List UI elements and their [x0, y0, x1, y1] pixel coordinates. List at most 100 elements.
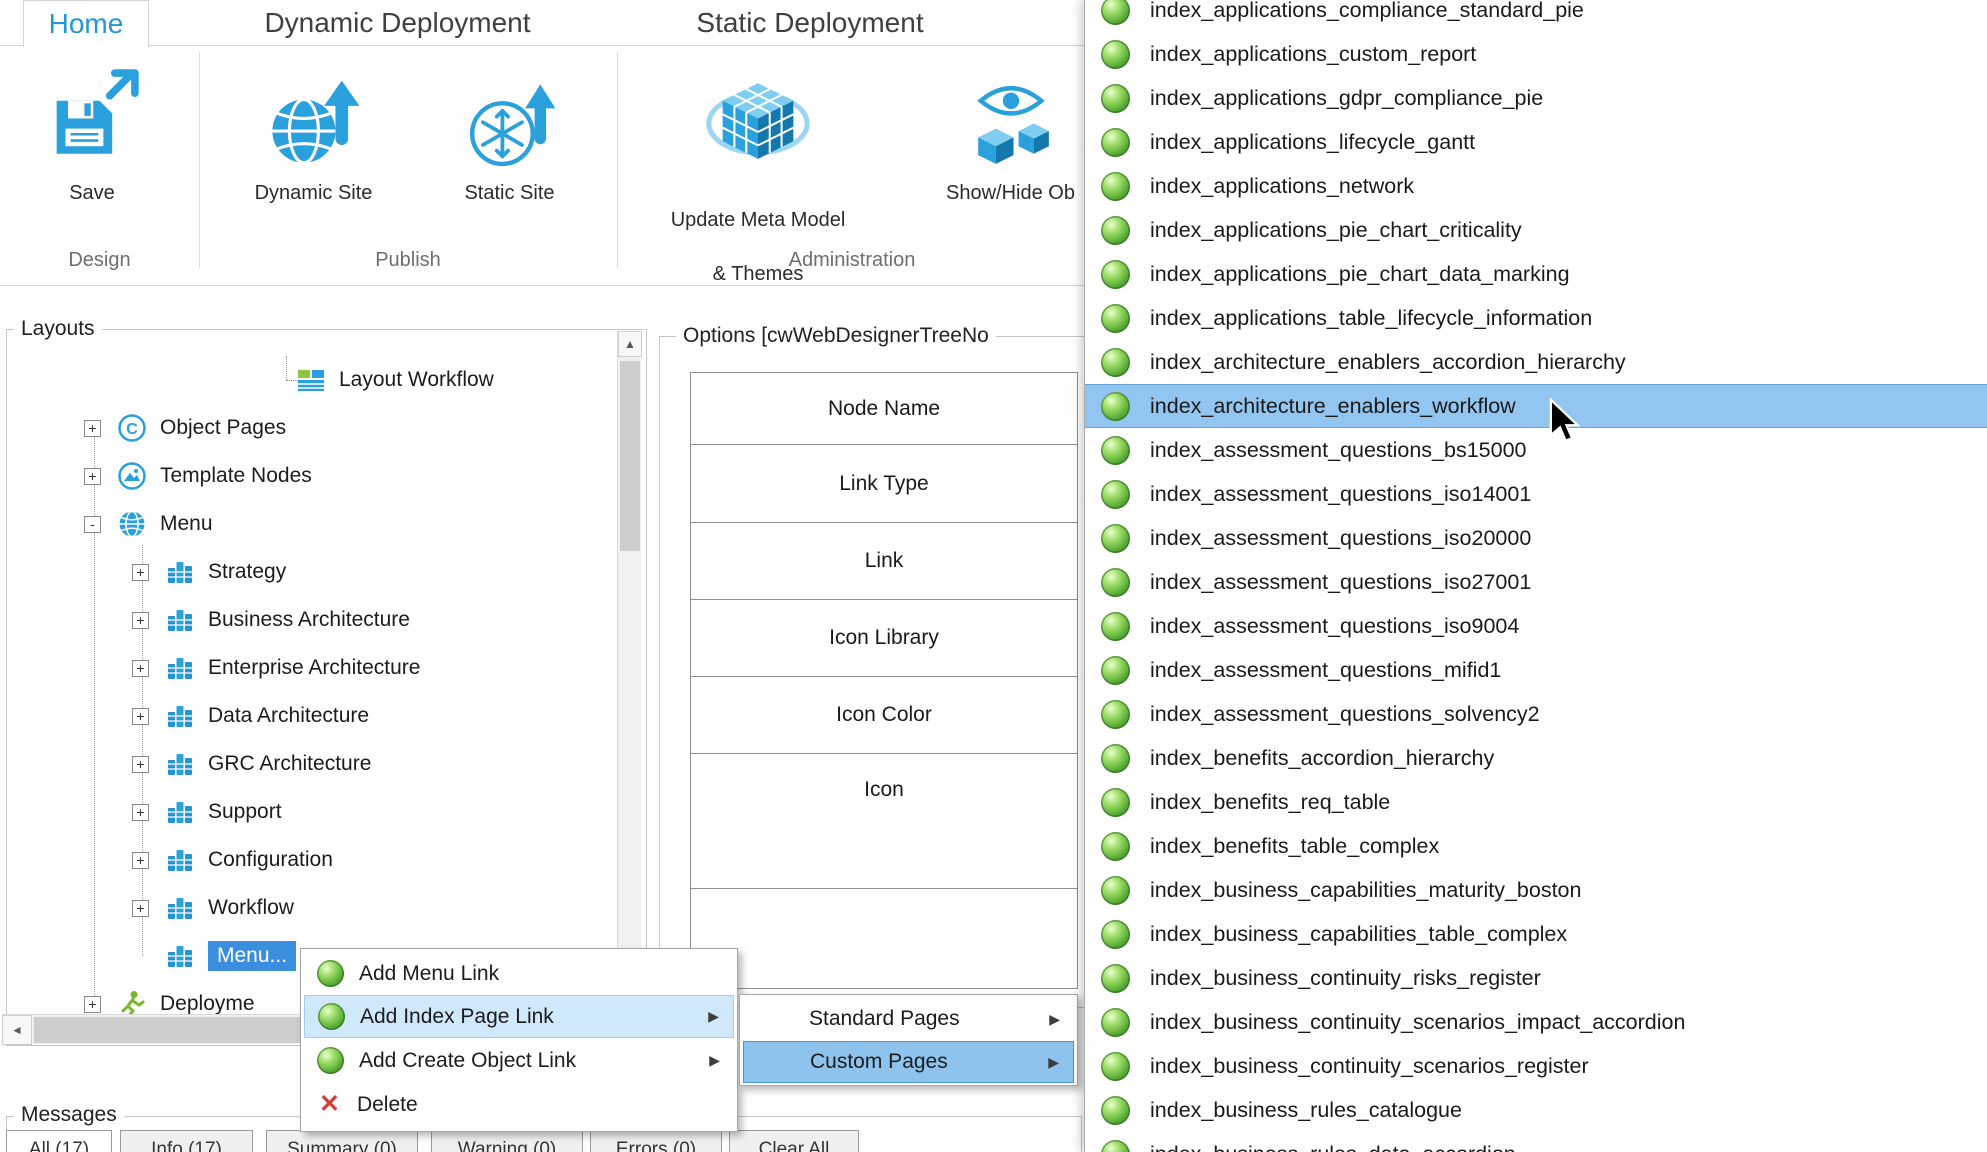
messages-panel-title: Messages	[14, 1103, 124, 1127]
tree-item-support[interactable]: + Support	[132, 788, 282, 836]
messages-tab-summary[interactable]: Summary (0)	[266, 1130, 418, 1152]
scrollbar-thumb[interactable]	[34, 1017, 304, 1043]
page-list-item[interactable]: index_benefits_table_complex	[1085, 824, 1987, 868]
tree-item-menu[interactable]: - Menu	[84, 500, 213, 548]
save-button[interactable]: Save	[40, 68, 144, 207]
menu-item-label: Add Menu Link	[359, 962, 499, 986]
page-list-item[interactable]: index_assessment_questions_iso9004	[1085, 604, 1987, 648]
messages-tab-warning[interactable]: Warning (0)	[431, 1130, 583, 1152]
tree-item-workflow[interactable]: + Workflow	[132, 884, 294, 932]
tree-item-label-selected: Menu...	[208, 941, 296, 971]
messages-tab-all[interactable]: All (17)	[6, 1130, 112, 1152]
page-list-item[interactable]: index_assessment_questions_solvency2	[1085, 692, 1987, 736]
tree-connector	[286, 356, 287, 380]
messages-clear-all-button[interactable]: Clear All	[729, 1130, 859, 1152]
show-hide-objects-button[interactable]: Show/Hide Ob	[928, 68, 1093, 207]
menu-item-add-menu-link[interactable]: Add Menu Link	[304, 952, 734, 995]
page-list-item[interactable]: index_assessment_questions_bs15000	[1085, 428, 1987, 472]
page-list-item[interactable]: index_applications_network	[1085, 164, 1987, 208]
expand-minus-icon[interactable]: -	[84, 516, 101, 533]
layouts-panel-title: Layouts	[14, 317, 102, 341]
page-list-item-selected[interactable]: index_architecture_enablers_workflow	[1085, 384, 1987, 428]
expand-plus-icon[interactable]: +	[84, 996, 101, 1013]
expand-plus-icon[interactable]: +	[132, 708, 149, 725]
page-list-item-label: index_applications_pie_chart_data_markin…	[1150, 262, 1570, 287]
dynamic-site-button[interactable]: Dynamic Site	[236, 68, 391, 207]
tree-item-template-nodes[interactable]: + Template Nodes	[84, 452, 312, 500]
menu-item-add-index-page-link[interactable]: Add Index Page Link ▶	[304, 995, 734, 1038]
page-icon	[1101, 1140, 1130, 1152]
page-list-item[interactable]: index_business_capabilities_maturity_bos…	[1085, 868, 1987, 912]
scroll-up-icon[interactable]: ▲	[618, 331, 642, 357]
green-sphere-icon	[318, 1003, 345, 1030]
expand-plus-icon[interactable]: +	[132, 564, 149, 581]
ribbon-group-publish: Publish	[199, 246, 617, 274]
page-list-item[interactable]: index_assessment_questions_iso27001	[1085, 560, 1987, 604]
field-link-type: Link Type	[691, 445, 1077, 523]
messages-tab-info[interactable]: Info (17)	[120, 1130, 253, 1152]
expand-plus-icon[interactable]: +	[132, 804, 149, 821]
expand-plus-icon[interactable]: +	[84, 468, 101, 485]
page-icon	[1101, 1008, 1130, 1037]
menu-item-add-create-object-link[interactable]: Add Create Object Link ▶	[304, 1039, 734, 1082]
tree-item-label: Data Architecture	[208, 704, 369, 728]
tab-static-deployment[interactable]: Static Deployment	[645, 0, 975, 46]
field-label: Icon	[864, 778, 904, 802]
page-list-item[interactable]: index_business_rules_data_accordion	[1085, 1132, 1987, 1152]
page-list-item[interactable]: index_business_continuity_scenarios_regi…	[1085, 1044, 1987, 1088]
page-list-item[interactable]: index_business_continuity_scenarios_impa…	[1085, 1000, 1987, 1044]
tree-item-strategy[interactable]: + Strategy	[132, 548, 286, 596]
page-list-item-label: index_architecture_enablers_accordion_hi…	[1150, 350, 1626, 375]
page-list-item[interactable]: index_applications_table_lifecycle_infor…	[1085, 296, 1987, 340]
page-list-item[interactable]: index_assessment_questions_mifid1	[1085, 648, 1987, 692]
scroll-left-icon[interactable]: ◄	[2, 1015, 32, 1045]
page-list-item[interactable]: index_assessment_questions_iso20000	[1085, 516, 1987, 560]
page-list-item[interactable]: index_business_continuity_risks_register	[1085, 956, 1987, 1000]
tab-dynamic-deployment[interactable]: Dynamic Deployment	[205, 0, 590, 46]
static-site-button[interactable]: Static Site	[432, 68, 587, 207]
tree-item-data-architecture[interactable]: + Data Architecture	[132, 692, 369, 740]
menu-item-delete[interactable]: ✕ Delete	[304, 1083, 734, 1126]
tree-item-menu-selected[interactable]: Menu...	[165, 932, 296, 980]
page-list-item[interactable]: index_applications_custom_report	[1085, 32, 1987, 76]
expand-plus-icon[interactable]: +	[84, 420, 101, 437]
expand-plus-icon[interactable]: +	[132, 612, 149, 629]
expand-plus-icon[interactable]: +	[132, 900, 149, 917]
tree-item-layout-workflow[interactable]: Layout Workflow	[296, 356, 494, 404]
page-list-item[interactable]: index_applications_compliance_standard_p…	[1085, 0, 1987, 32]
building-icon	[165, 605, 195, 635]
tree-item-label: Menu	[160, 512, 213, 536]
page-list-item[interactable]: index_architecture_enablers_accordion_hi…	[1085, 340, 1987, 384]
building-icon	[165, 653, 195, 683]
page-list-item[interactable]: index_business_rules_catalogue	[1085, 1088, 1987, 1132]
submenu-item-custom-pages[interactable]: Custom Pages ▶	[743, 1041, 1074, 1083]
page-list-item[interactable]: index_applications_gdpr_compliance_pie	[1085, 76, 1987, 120]
page-list-item[interactable]: index_benefits_accordion_hierarchy	[1085, 736, 1987, 780]
expand-plus-icon[interactable]: +	[132, 756, 149, 773]
page-icon	[1101, 524, 1130, 553]
submenu-item-standard-pages[interactable]: Standard Pages ▶	[743, 998, 1074, 1040]
page-list-item[interactable]: index_applications_lifecycle_gantt	[1085, 120, 1987, 164]
page-list-item[interactable]: index_applications_pie_chart_data_markin…	[1085, 252, 1987, 296]
page-list-item[interactable]: index_applications_pie_chart_criticality	[1085, 208, 1987, 252]
tree-item-object-pages[interactable]: + Object Pages	[84, 404, 286, 452]
page-icon	[1101, 84, 1130, 113]
messages-tab-errors[interactable]: Errors (0)	[590, 1130, 722, 1152]
expand-plus-icon[interactable]: +	[132, 852, 149, 869]
page-list-item[interactable]: index_assessment_questions_iso14001	[1085, 472, 1987, 516]
page-list-item[interactable]: index_business_capabilities_table_comple…	[1085, 912, 1987, 956]
static-site-label: Static Site	[464, 180, 554, 207]
page-list-item-label: index_assessment_questions_bs15000	[1150, 438, 1527, 463]
page-icon	[1101, 40, 1130, 69]
page-icon	[1101, 656, 1130, 685]
page-list-item[interactable]: index_benefits_req_table	[1085, 780, 1987, 824]
tree-item-enterprise-architecture[interactable]: + Enterprise Architecture	[132, 644, 420, 692]
layouts-vertical-scrollbar[interactable]: ▲	[617, 331, 641, 1013]
tab-home[interactable]: Home	[23, 0, 149, 47]
tree-item-grc-architecture[interactable]: + GRC Architecture	[132, 740, 371, 788]
expand-plus-icon[interactable]: +	[132, 660, 149, 677]
tree-item-business-architecture[interactable]: + Business Architecture	[132, 596, 410, 644]
page-icon	[1101, 304, 1130, 333]
tree-item-configuration[interactable]: + Configuration	[132, 836, 333, 884]
scrollbar-thumb[interactable]	[620, 361, 640, 551]
